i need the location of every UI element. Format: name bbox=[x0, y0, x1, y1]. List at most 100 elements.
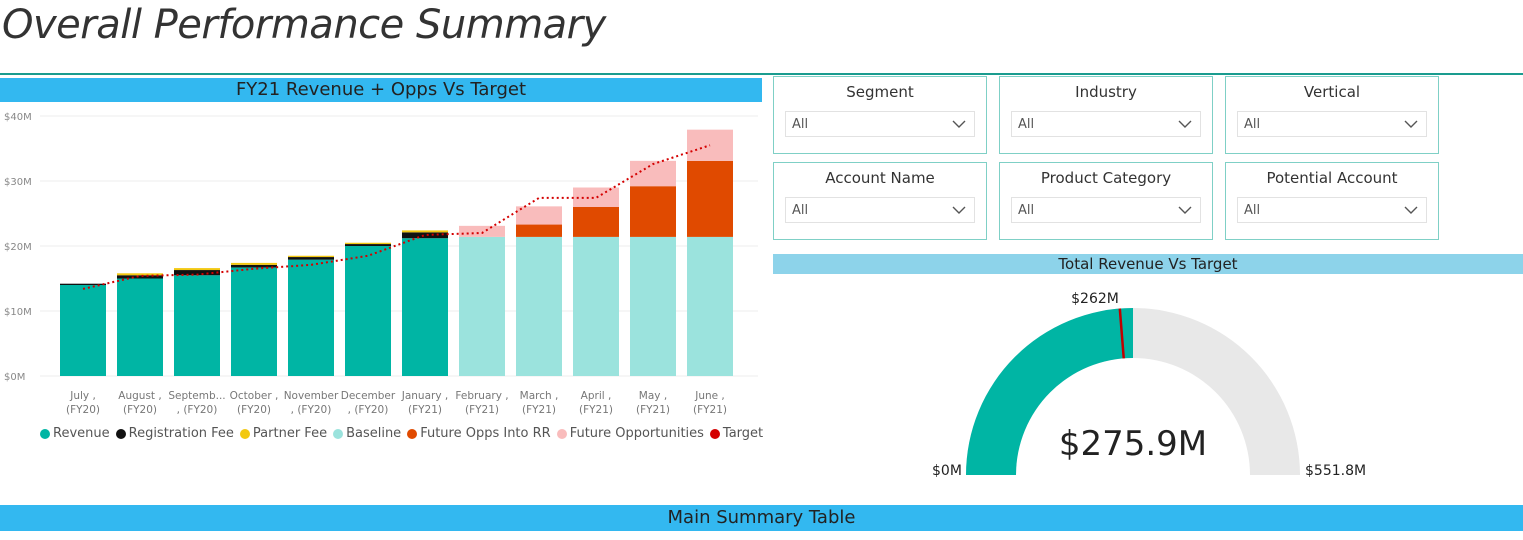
legend-dot-icon bbox=[40, 428, 50, 439]
bar-partner-fee[interactable] bbox=[288, 255, 334, 258]
bar-future-opps-into-rr[interactable] bbox=[687, 160, 733, 237]
x-tick-label: August , bbox=[118, 390, 161, 402]
bar-revenue[interactable] bbox=[288, 259, 334, 376]
y-tick-label: $40M bbox=[4, 112, 32, 123]
legend-dot-icon bbox=[709, 428, 720, 439]
chevron-down-icon[interactable] bbox=[950, 112, 968, 136]
x-tick-label: June , bbox=[694, 390, 725, 402]
x-tick-label: (FY21) bbox=[693, 404, 727, 416]
chart-legend[interactable]: Revenue Registration Fee Partner Fee Baseli… bbox=[40, 426, 769, 441]
bar-revenue[interactable] bbox=[117, 278, 163, 377]
slicer-selected-value: All bbox=[1244, 203, 1261, 218]
revenue-chart[interactable]: $0M $10M $20M $30M $40M July , (FY20) August , (… bbox=[0, 102, 762, 424]
chevron-down-icon[interactable] bbox=[1176, 112, 1194, 136]
slicer-dropdown[interactable]: All bbox=[1011, 197, 1201, 223]
legend-dot-icon bbox=[407, 428, 418, 439]
bar-registration-fee[interactable] bbox=[345, 244, 391, 246]
revenue-chart-header: FY21 Revenue + Opps Vs Target bbox=[0, 78, 762, 102]
slicer-selected-value: All bbox=[1018, 203, 1035, 218]
bar-future-opportunities[interactable] bbox=[516, 206, 562, 225]
y-tick-label: $10M bbox=[4, 307, 32, 318]
x-tick-label: Septemb... bbox=[168, 390, 225, 402]
legend-item-target[interactable]: Target bbox=[709, 426, 764, 441]
slicer-dropdown[interactable]: All bbox=[1011, 111, 1201, 137]
legend-label: Baseline bbox=[346, 426, 402, 441]
bar-revenue[interactable] bbox=[345, 246, 391, 376]
bar-baseline[interactable] bbox=[459, 236, 505, 376]
slicer-selected-value: All bbox=[1244, 117, 1261, 132]
bar-revenue[interactable] bbox=[402, 238, 448, 376]
x-tick-label: (FY21) bbox=[465, 404, 499, 416]
bar-revenue[interactable] bbox=[174, 275, 220, 376]
bar-registration-fee[interactable] bbox=[402, 232, 448, 239]
slicer-product-category: Product Category All bbox=[999, 162, 1213, 240]
x-tick-label: (FY21) bbox=[579, 404, 613, 416]
legend-item-revenue[interactable]: Revenue bbox=[40, 426, 110, 441]
slicer-dropdown[interactable]: All bbox=[1237, 111, 1427, 137]
legend-item-registration-fee[interactable]: Registration Fee bbox=[115, 426, 234, 441]
bar-registration-fee[interactable] bbox=[288, 257, 334, 260]
bar-future-opportunities[interactable] bbox=[573, 187, 619, 208]
y-tick-label: $20M bbox=[4, 242, 32, 253]
bar-registration-fee[interactable] bbox=[117, 275, 163, 279]
bar-revenue[interactable] bbox=[60, 285, 106, 376]
bar-partner-fee[interactable] bbox=[117, 273, 163, 276]
x-tick-label: , (FY20) bbox=[291, 404, 332, 416]
chevron-down-icon[interactable] bbox=[1176, 198, 1194, 222]
bar-future-opps-into-rr[interactable] bbox=[516, 224, 562, 237]
legend-label: Future Opportunities bbox=[569, 426, 704, 441]
slicer-dropdown[interactable]: All bbox=[1237, 197, 1427, 223]
bar-baseline[interactable] bbox=[516, 236, 562, 376]
legend-label: Revenue bbox=[53, 426, 110, 441]
x-tick-label: , (FY20) bbox=[177, 404, 218, 416]
chevron-down-icon[interactable] bbox=[950, 198, 968, 222]
chevron-down-icon[interactable] bbox=[1402, 198, 1420, 222]
x-tick-label: , (FY20) bbox=[348, 404, 389, 416]
bar-revenue[interactable] bbox=[231, 267, 277, 376]
y-tick-label: $30M bbox=[4, 177, 32, 188]
x-tick-label: (FY20) bbox=[237, 404, 271, 416]
bar-future-opportunities[interactable] bbox=[459, 225, 505, 237]
x-tick-label: October , bbox=[230, 390, 279, 402]
bar-partner-fee[interactable] bbox=[345, 242, 391, 245]
slicer-dropdown[interactable]: All bbox=[785, 197, 975, 223]
slicer-account-name: Account Name All bbox=[773, 162, 987, 240]
gauge-max-label: $551.8M bbox=[1305, 463, 1366, 479]
chevron-down-icon[interactable] bbox=[1402, 112, 1420, 136]
x-tick-label: December bbox=[341, 390, 396, 402]
slicer-potential-account: Potential Account All bbox=[1225, 162, 1439, 240]
gauge-min-label: $0M bbox=[932, 463, 962, 479]
legend-dot-icon bbox=[115, 428, 126, 439]
slicer-vertical: Vertical All bbox=[1225, 76, 1439, 154]
x-tick-label: (FY21) bbox=[636, 404, 670, 416]
x-tick-label: (FY20) bbox=[123, 404, 157, 416]
x-tick-label: November bbox=[284, 390, 339, 402]
bar-registration-fee[interactable] bbox=[231, 264, 277, 268]
slicer-selected-value: All bbox=[792, 203, 809, 218]
bar-future-opps-into-rr[interactable] bbox=[630, 186, 676, 237]
slicer-label: Segment bbox=[846, 83, 914, 101]
legend-label: Target bbox=[722, 426, 764, 441]
title-divider bbox=[0, 73, 1523, 75]
legend-item-partner-fee[interactable]: Partner Fee bbox=[239, 426, 327, 441]
gauge-header: Total Revenue Vs Target bbox=[773, 254, 1523, 274]
legend-dot-icon bbox=[239, 428, 250, 439]
main-summary-table-header[interactable]: Main Summary Table bbox=[0, 505, 1523, 531]
legend-item-future-opportunities[interactable]: Future Opportunities bbox=[556, 426, 704, 441]
x-tick-label: April , bbox=[581, 390, 612, 402]
bar-baseline[interactable] bbox=[687, 236, 733, 376]
bar-baseline[interactable] bbox=[630, 236, 676, 376]
bar-partner-fee[interactable] bbox=[174, 268, 220, 271]
bar-future-opps-into-rr[interactable] bbox=[573, 207, 619, 237]
revenue-gauge[interactable]: $275.9M $262M $0M $551.8M bbox=[900, 280, 1400, 490]
bar-partner-fee[interactable] bbox=[231, 262, 277, 265]
slicer-dropdown[interactable]: All bbox=[785, 111, 975, 137]
slicer-label: Industry bbox=[1075, 83, 1137, 101]
x-tick-label: July , bbox=[69, 390, 96, 402]
bar-baseline[interactable] bbox=[573, 236, 619, 376]
slicer-industry: Industry All bbox=[999, 76, 1213, 154]
x-tick-label: (FY21) bbox=[408, 404, 442, 416]
legend-item-future-opps-into-rr[interactable]: Future Opps Into RR bbox=[407, 426, 551, 441]
legend-item-baseline[interactable]: Baseline bbox=[333, 426, 401, 441]
bar-partner-fee[interactable] bbox=[402, 230, 448, 233]
